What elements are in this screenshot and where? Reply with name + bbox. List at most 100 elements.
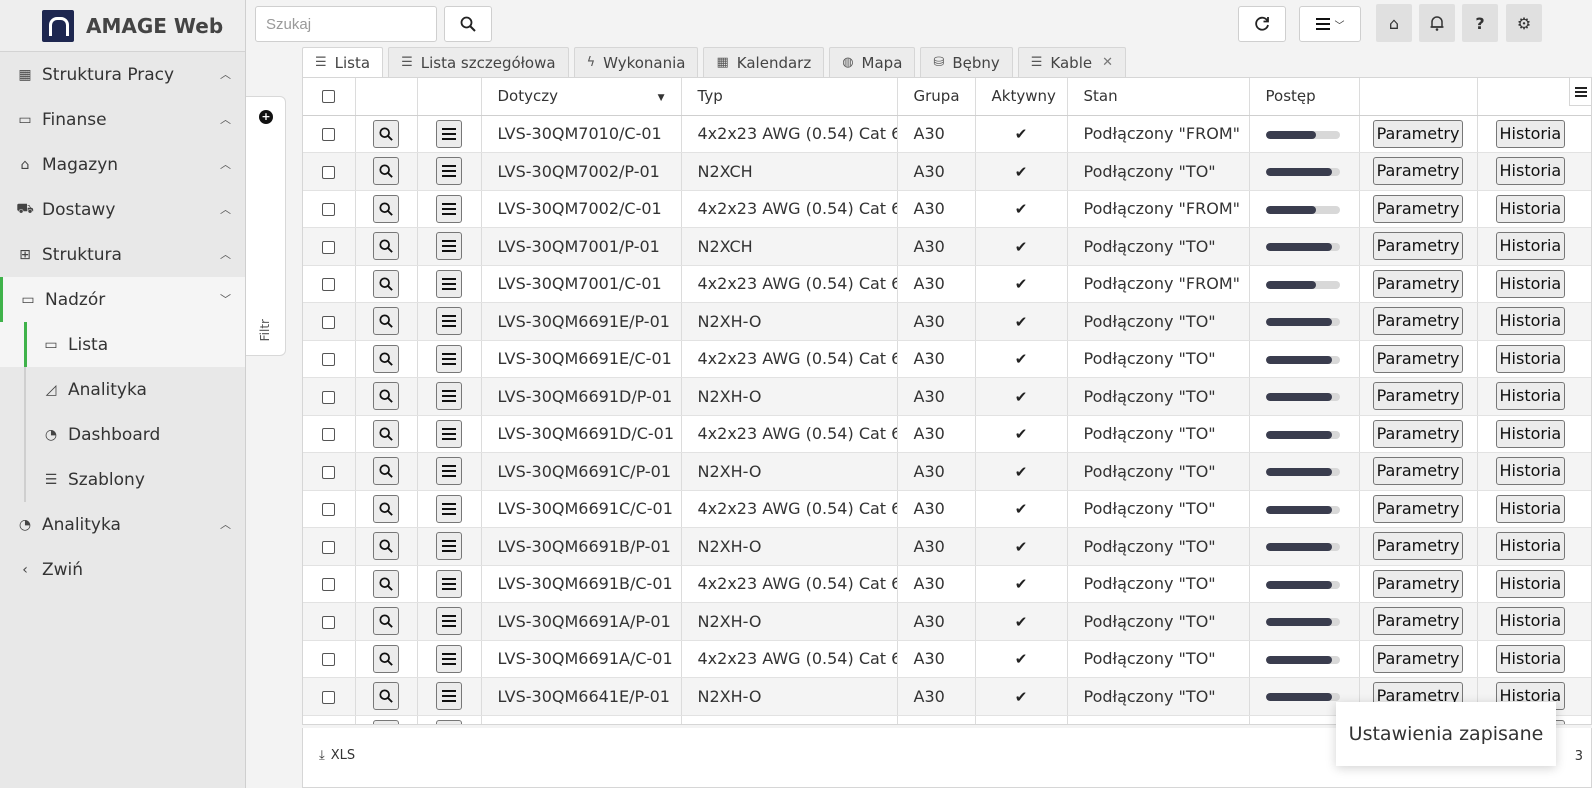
help-button[interactable]: ?	[1462, 4, 1498, 42]
tab-kable[interactable]: ☰ Kable ✕	[1017, 47, 1126, 77]
tab-kalendarz[interactable]: ▦ Kalendarz	[703, 47, 825, 77]
historia-button[interactable]: Historia	[1495, 532, 1566, 561]
row-checkbox[interactable]	[322, 278, 336, 292]
parametry-button[interactable]: Parametry	[1372, 569, 1464, 598]
sidebar-subitem-szablony[interactable]: ☰ Szablony	[0, 457, 245, 502]
row-menu-button[interactable]	[436, 494, 462, 523]
preview-button[interactable]	[373, 194, 399, 223]
historia-button[interactable]: Historia	[1495, 194, 1566, 223]
select-all-checkbox[interactable]	[322, 90, 336, 104]
row-checkbox[interactable]	[322, 540, 336, 554]
brand[interactable]: AMAGE Web	[0, 0, 245, 52]
table-row[interactable]: LVS-30QM6691B/P-01 N2XH-O A30 ✔ Podłączony "…	[303, 527, 1591, 566]
row-menu-button[interactable]	[436, 532, 462, 561]
tab-lista[interactable]: ☰ Lista	[302, 47, 384, 77]
preview-button[interactable]	[373, 532, 399, 561]
search-input[interactable]	[255, 6, 437, 42]
row-checkbox[interactable]	[322, 690, 336, 704]
parametry-button[interactable]: Parametry	[1372, 157, 1464, 186]
preview-button[interactable]	[373, 569, 399, 598]
table-row[interactable]: LVS-30QM6691B/C-01 4x2x23 AWG (0.54) Cat …	[303, 565, 1591, 603]
preview-button[interactable]	[373, 494, 399, 523]
row-menu-button[interactable]	[436, 307, 462, 336]
tab-lista-szczegolowa[interactable]: ☰ Lista szczegółowa	[388, 47, 569, 77]
table-row[interactable]: LVS-30QM6691E/P-01 N2XH-O A30 ✔ Podłączony "…	[303, 302, 1591, 341]
parametry-button[interactable]: Parametry	[1372, 607, 1464, 636]
tab-wykonania[interactable]: ϟ Wykonania	[573, 47, 699, 77]
historia-button[interactable]: Historia	[1495, 419, 1566, 448]
table-row[interactable]: LVS-30QM7001/P-01 N2XCH A30 ✔ Podłączony "TO…	[303, 227, 1591, 266]
row-checkbox[interactable]	[322, 165, 336, 179]
table-row[interactable]: LVS-30QM6691C/P-01 N2XH-O A30 ✔ Podłączony "…	[303, 452, 1591, 491]
sidebar-collapse[interactable]: ‹ Zwiń	[0, 547, 245, 592]
settings-button[interactable]: ⚙	[1506, 4, 1542, 42]
historia-button[interactable]: Historia	[1495, 382, 1566, 411]
filter-panel[interactable]: + Filtr	[246, 96, 286, 356]
sidebar-item-nadzor[interactable]: ▭ Nadzór ﹀	[0, 277, 245, 322]
row-menu-button[interactable]	[436, 457, 462, 486]
parametry-button[interactable]: Parametry	[1372, 344, 1464, 373]
row-checkbox[interactable]	[322, 503, 336, 517]
row-menu-button[interactable]	[436, 419, 462, 448]
sidebar-item-finanse[interactable]: ▭ Finanse ︿	[0, 97, 245, 142]
table-row[interactable]: LVS-30QM6691A/C-01 4x2x23 AWG (0.54) Cat …	[303, 640, 1591, 678]
tab-mapa[interactable]: ◍ Mapa	[829, 47, 916, 77]
row-checkbox[interactable]	[322, 653, 336, 667]
refresh-button[interactable]	[1238, 6, 1286, 42]
header-typ[interactable]: Typ	[681, 78, 898, 116]
row-checkbox[interactable]	[322, 203, 336, 217]
historia-button[interactable]: Historia	[1495, 344, 1566, 373]
preview-button[interactable]	[373, 682, 399, 711]
sidebar-item-struktura[interactable]: ⊞ Struktura ︿	[0, 232, 245, 277]
sidebar-subitem-analityka[interactable]: ◿ Analityka	[0, 367, 245, 412]
preview-button[interactable]	[373, 419, 399, 448]
row-menu-button[interactable]	[436, 344, 462, 373]
sidebar-item-struktura-pracy[interactable]: ▦ Struktura Pracy ︿	[0, 52, 245, 97]
header-postep[interactable]: Postęp	[1249, 78, 1360, 116]
preview-button[interactable]	[373, 232, 399, 261]
table-row[interactable]: LVS-30QM6691E/C-01 4x2x23 AWG (0.54) Cat …	[303, 340, 1591, 378]
header-grupa[interactable]: Grupa	[897, 78, 976, 116]
preview-button[interactable]	[373, 719, 399, 724]
row-menu-button[interactable]	[436, 194, 462, 223]
row-menu-button[interactable]	[436, 607, 462, 636]
sidebar-item-dostawy[interactable]: ⛟ Dostawy ︿	[0, 187, 245, 232]
search-button[interactable]	[444, 6, 492, 42]
export-xls-button[interactable]: ⤓ XLS	[319, 748, 355, 763]
header-stan[interactable]: Stan	[1067, 78, 1250, 116]
preview-button[interactable]	[373, 382, 399, 411]
parametry-button[interactable]: Parametry	[1372, 419, 1464, 448]
sidebar-subitem-lista[interactable]: ▭ Lista	[0, 322, 245, 367]
row-menu-button[interactable]	[436, 719, 462, 724]
parametry-button[interactable]: Parametry	[1372, 644, 1464, 673]
historia-button[interactable]: Historia	[1495, 569, 1566, 598]
historia-button[interactable]: Historia	[1495, 644, 1566, 673]
parametry-button[interactable]: Parametry	[1372, 494, 1464, 523]
notifications-button[interactable]	[1419, 4, 1455, 42]
historia-button[interactable]: Historia	[1495, 157, 1566, 186]
historia-button[interactable]: Historia	[1495, 269, 1566, 298]
tab-bebny[interactable]: ⛁ Bębny	[920, 47, 1013, 77]
row-menu-button[interactable]	[436, 232, 462, 261]
table-row[interactable]: LVS-30QM7010/C-01 4x2x23 AWG (0.54) Cat 6…	[303, 115, 1591, 153]
table-row[interactable]: LVS-30QM7002/P-01 N2XCH A30 ✔ Podłączony "TO…	[303, 152, 1591, 191]
preview-button[interactable]	[373, 457, 399, 486]
parametry-button[interactable]: Parametry	[1372, 119, 1464, 148]
row-checkbox[interactable]	[322, 240, 336, 254]
row-menu-button[interactable]	[436, 269, 462, 298]
row-checkbox[interactable]	[322, 390, 336, 404]
parametry-button[interactable]: Parametry	[1372, 232, 1464, 261]
historia-button[interactable]: Historia	[1495, 457, 1566, 486]
view-menu-button[interactable]: ﹀	[1299, 6, 1361, 42]
historia-button[interactable]: Historia	[1495, 232, 1566, 261]
row-checkbox[interactable]	[322, 353, 336, 367]
row-checkbox[interactable]	[322, 465, 336, 479]
parametry-button[interactable]: Parametry	[1372, 194, 1464, 223]
row-menu-button[interactable]	[436, 157, 462, 186]
parametry-button[interactable]: Parametry	[1372, 532, 1464, 561]
table-row[interactable]: LVS-30QM6691C/C-01 4x2x23 AWG (0.54) Cat …	[303, 490, 1591, 528]
sidebar-item-analityka[interactable]: ◔ Analityka ︿	[0, 502, 245, 547]
preview-button[interactable]	[373, 269, 399, 298]
sidebar-item-magazyn[interactable]: ⌂ Magazyn ︿	[0, 142, 245, 187]
close-icon[interactable]: ✕	[1102, 55, 1113, 70]
